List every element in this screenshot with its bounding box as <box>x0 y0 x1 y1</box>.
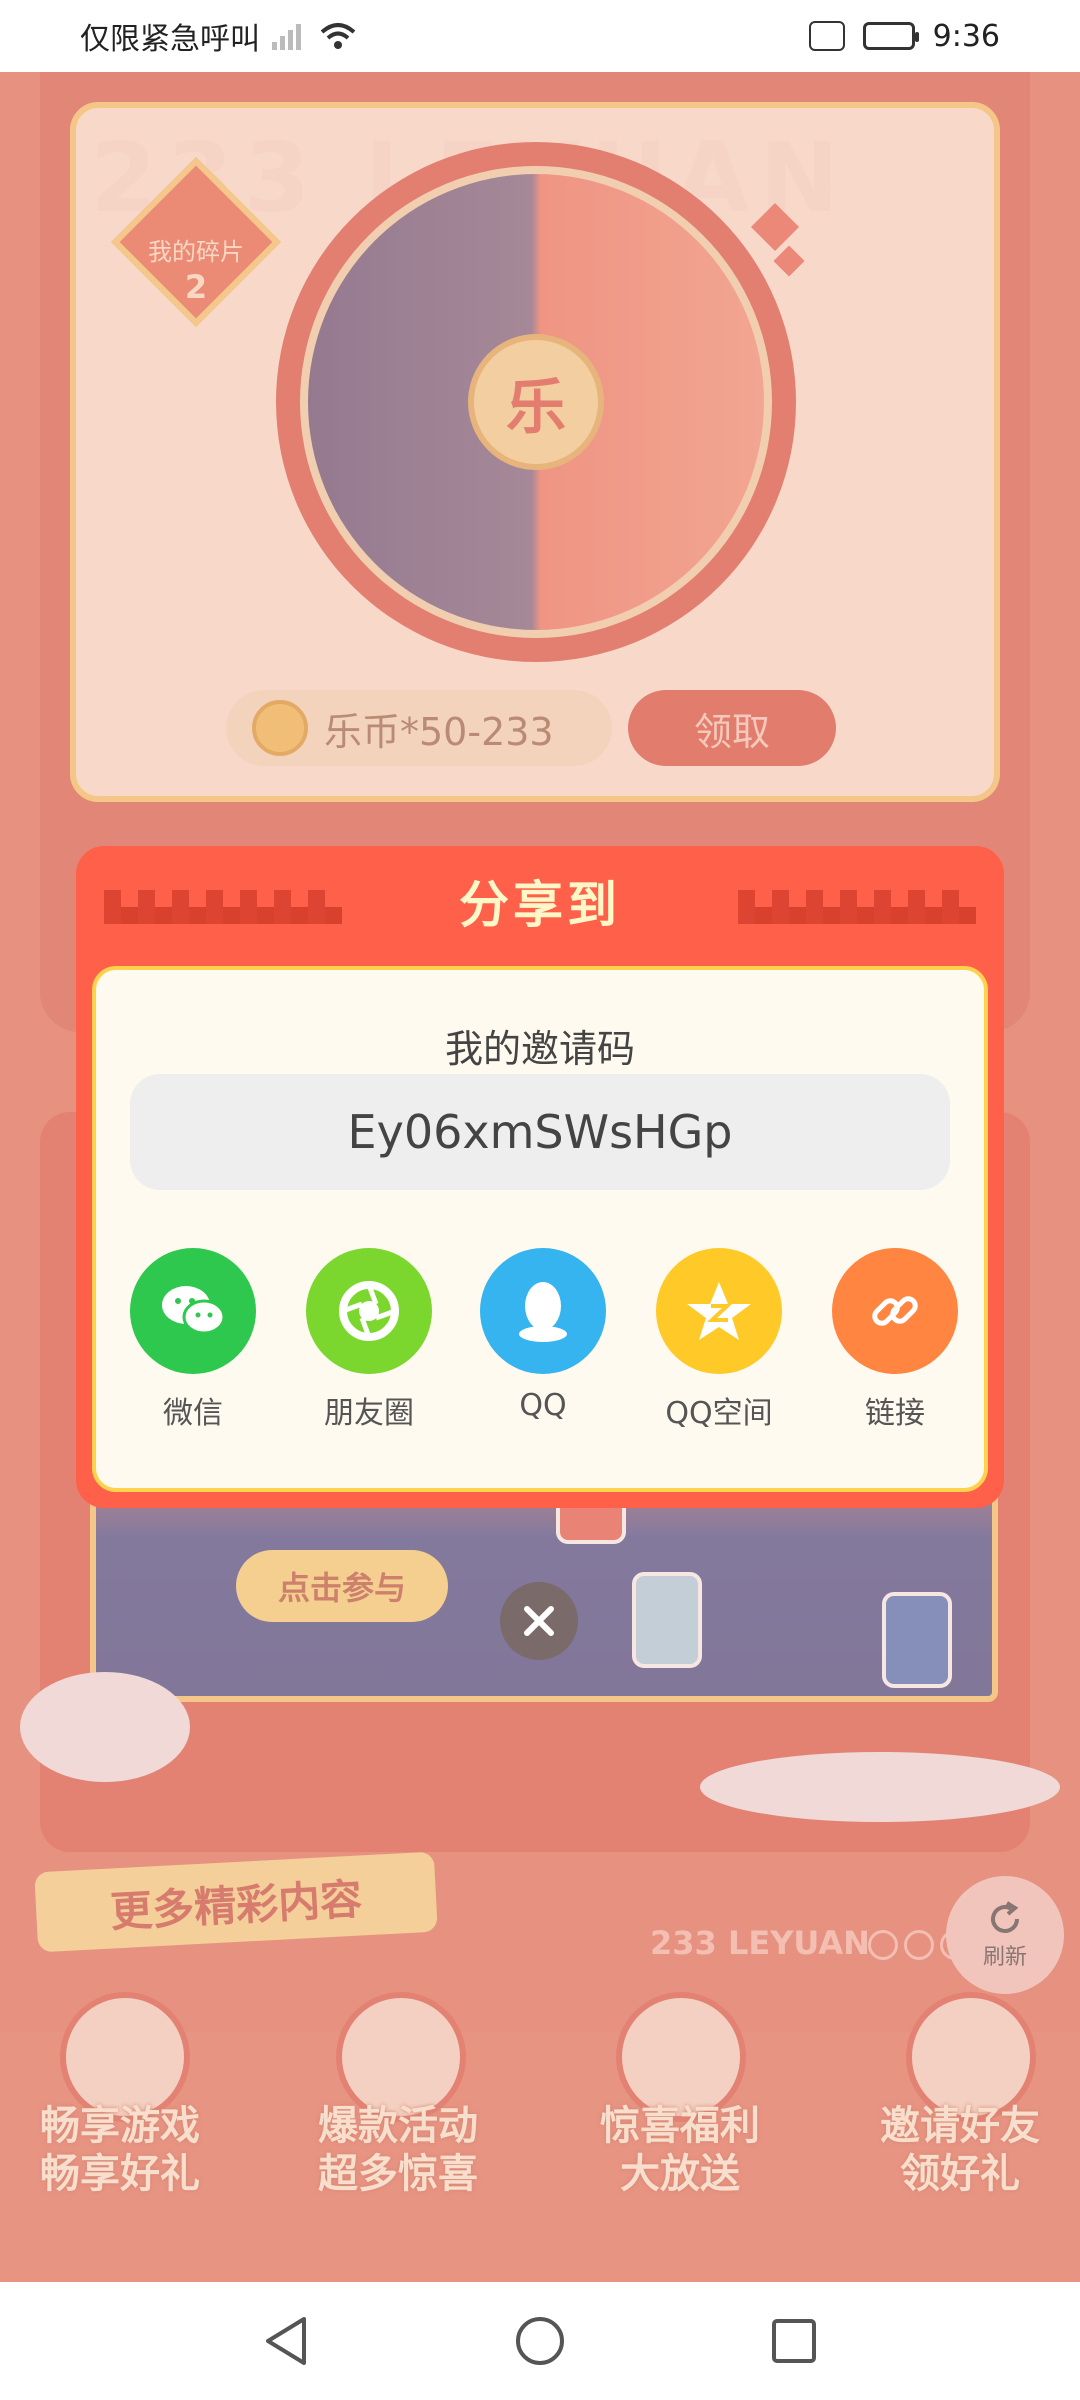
close-button[interactable] <box>500 1582 578 1660</box>
carrier-text: 仅限紧急呼叫 <box>80 22 260 57</box>
share-qzone[interactable]: QQ空间 <box>654 1248 784 1432</box>
home-icon[interactable] <box>512 2313 568 2369</box>
status-right: 9:36 <box>808 18 1000 54</box>
qq-icon <box>480 1248 606 1374</box>
signal-icon <box>272 22 308 50</box>
clock: 9:36 <box>932 18 1000 54</box>
share-moments[interactable]: 朋友圈 <box>304 1248 434 1432</box>
share-dialog-header: 分享到 <box>76 846 1004 956</box>
back-icon[interactable] <box>260 2313 312 2369</box>
status-left: 仅限紧急呼叫 <box>80 14 356 58</box>
share-label: 链接 <box>865 1396 925 1431</box>
close-icon <box>524 1606 554 1636</box>
recents-icon[interactable] <box>768 2315 820 2367</box>
share-qq[interactable]: QQ <box>478 1248 608 1423</box>
invite-code-label: 我的邀请码 <box>444 1027 635 1071</box>
system-nav-bar <box>0 2282 1080 2400</box>
link-icon <box>832 1248 958 1374</box>
checker-decoration <box>104 907 342 924</box>
share-label: 微信 <box>163 1396 223 1431</box>
status-bar: 仅限紧急呼叫 9:36 <box>0 0 1080 72</box>
share-label: QQ <box>519 1388 567 1423</box>
share-label: 朋友圈 <box>324 1396 414 1431</box>
wechat-icon <box>130 1248 256 1374</box>
share-label: QQ空间 <box>665 1396 773 1431</box>
battery-icon <box>862 22 919 50</box>
vibrate-icon <box>808 21 845 51</box>
checker-decoration <box>738 907 976 924</box>
share-dialog: 分享到 我的邀请码 Ey06xmSWsHGp 微信 朋友圈 QQ QQ空间 链接 <box>76 846 1004 1508</box>
wifi-icon <box>320 23 356 49</box>
invite-code-field[interactable]: Ey06xmSWsHGp <box>130 1074 950 1190</box>
share-dialog-title: 分享到 <box>459 876 621 934</box>
share-dialog-body: 我的邀请码 Ey06xmSWsHGp 微信 朋友圈 QQ QQ空间 链接 <box>92 966 988 1492</box>
qzone-icon <box>656 1248 782 1374</box>
share-wechat[interactable]: 微信 <box>128 1248 258 1432</box>
moments-icon <box>306 1248 432 1374</box>
share-link[interactable]: 链接 <box>830 1248 960 1432</box>
